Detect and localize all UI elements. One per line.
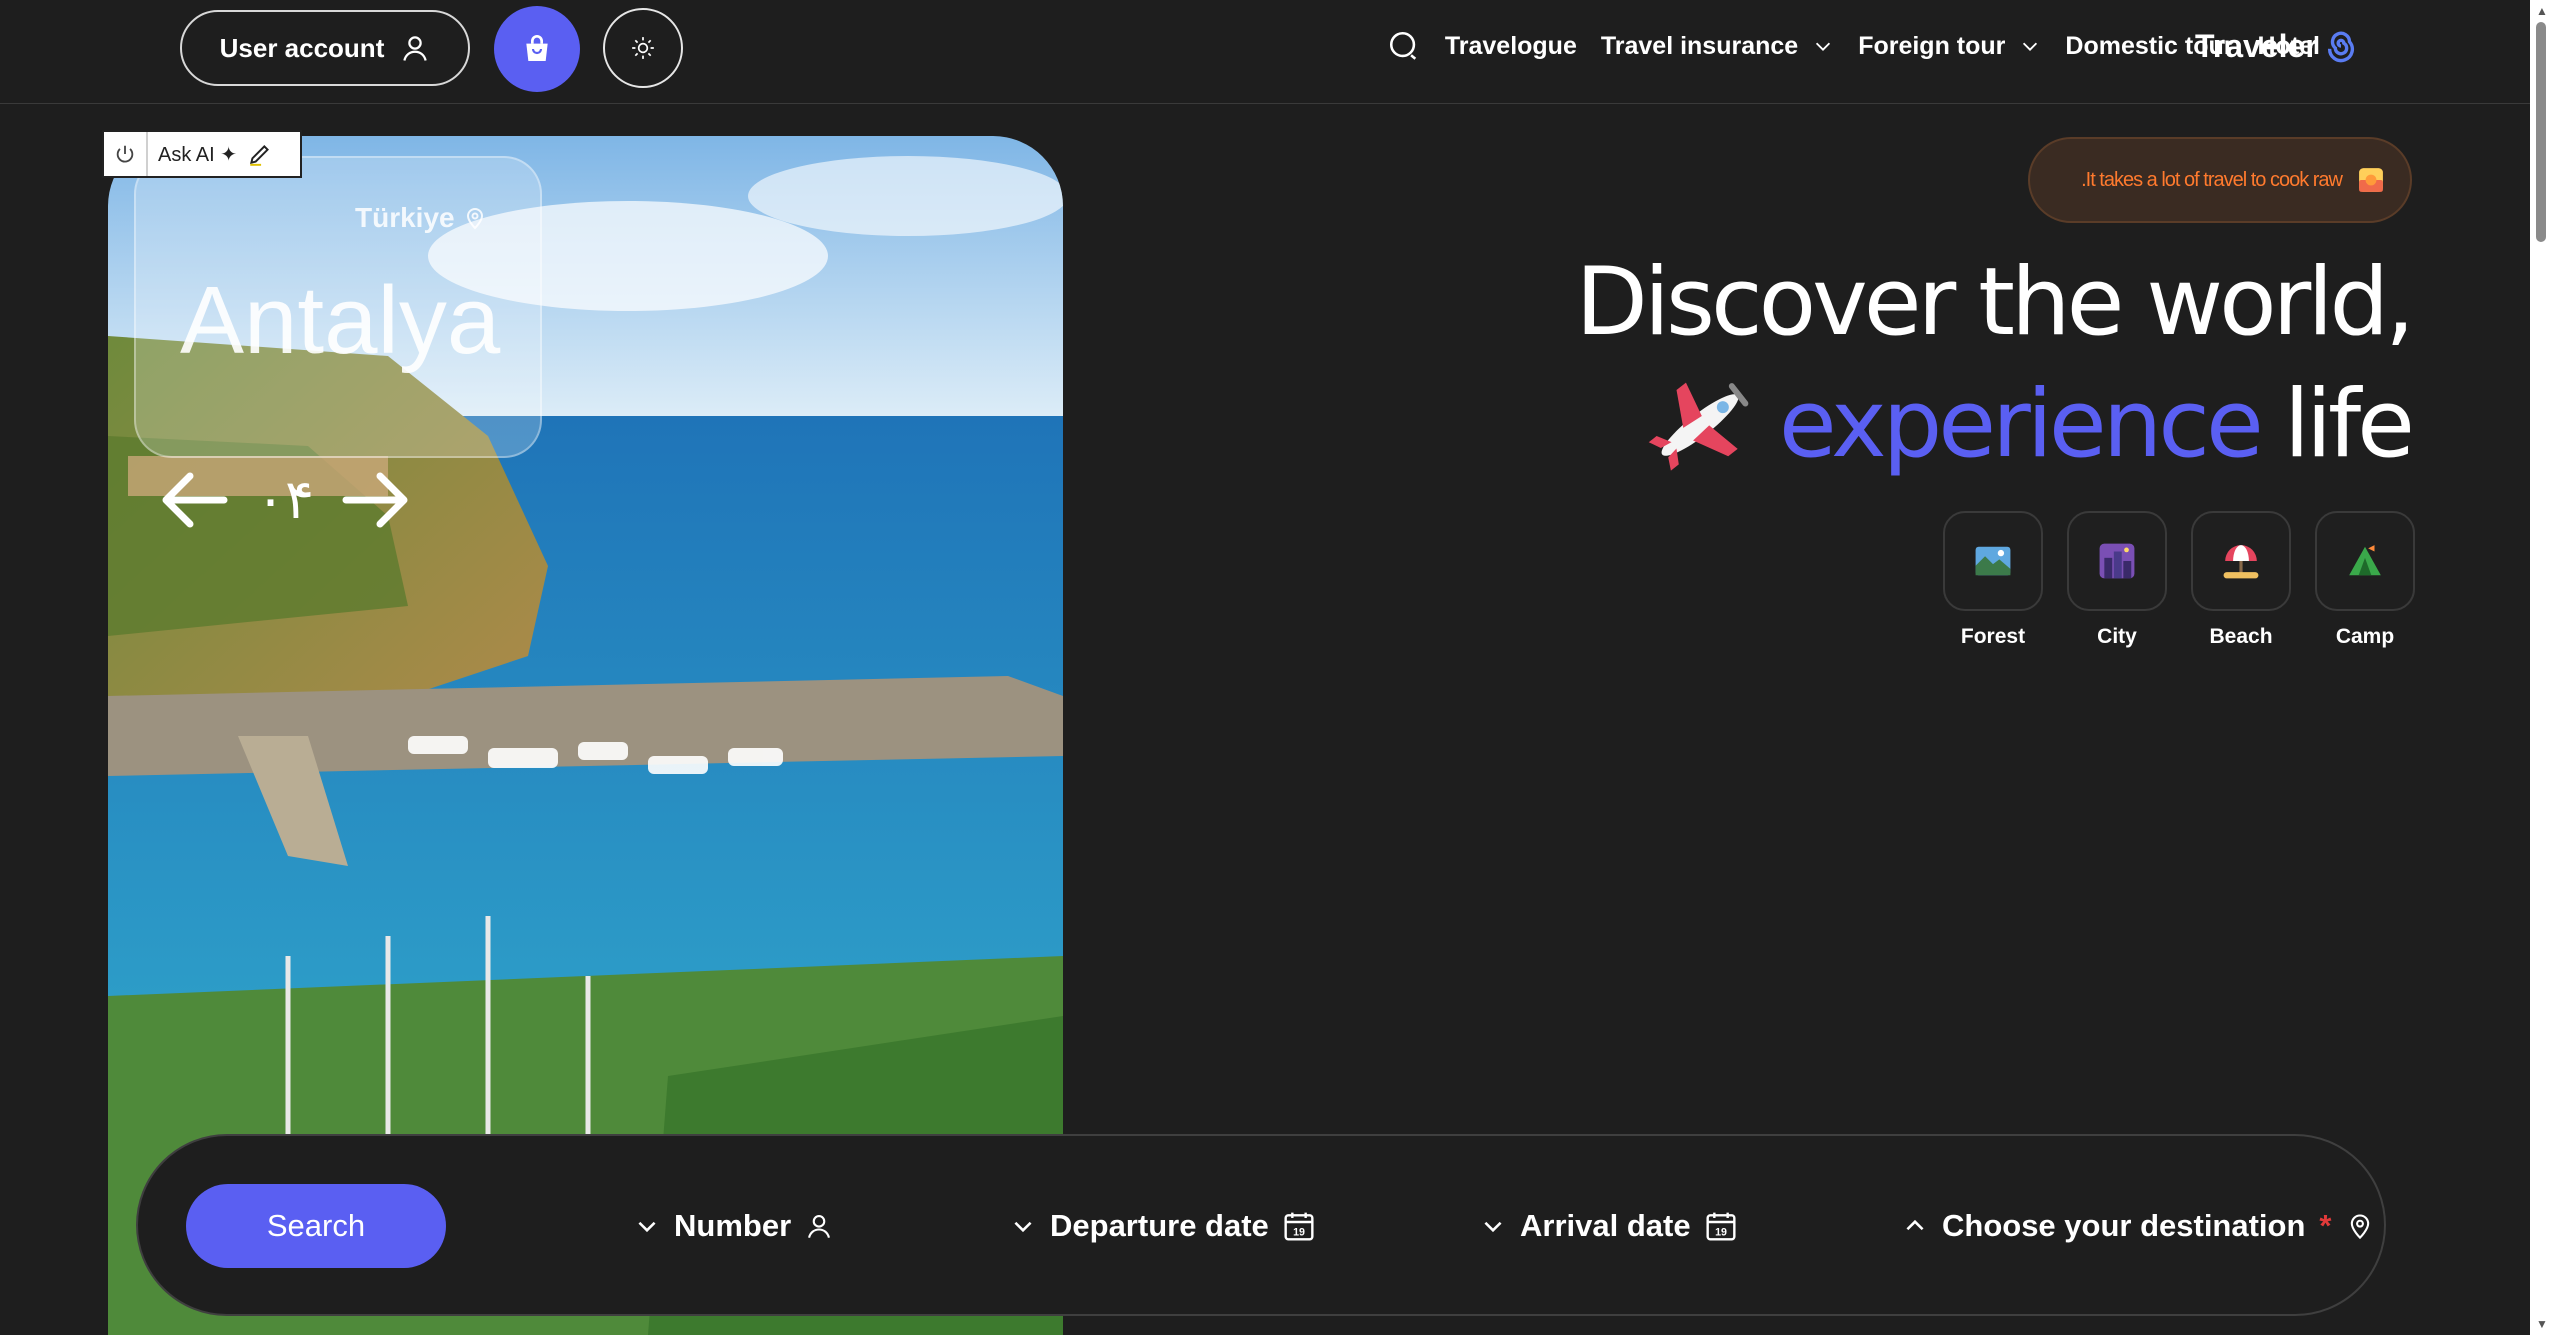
quote-text: .It takes a lot of travel to cook raw <box>2081 168 2343 191</box>
chevron-up-icon <box>1906 1219 1924 1231</box>
pencil-icon[interactable] <box>247 141 273 167</box>
category-list: Forest City Beach Camp <box>1943 511 2415 649</box>
category-forest[interactable]: Forest <box>1943 511 2043 649</box>
category-city-box <box>2067 511 2167 611</box>
number-field[interactable]: Number <box>634 1198 833 1254</box>
headline-accent: experience <box>1778 370 2264 479</box>
nav-foreign-tour-label: Foreign tour <box>1858 31 2006 60</box>
destination-field[interactable]: Choose your destination * <box>1902 1198 2374 1254</box>
forest-landscape-icon <box>1975 546 2011 576</box>
city-night-icon <box>2099 543 2135 579</box>
slide-counter: ٠۴ <box>256 470 315 530</box>
hero-headline: Discover the world, experience life <box>1575 242 2416 486</box>
calendar-icon: 19 <box>1284 1212 1314 1241</box>
calendar-day: 19 <box>1715 1226 1727 1238</box>
beach-umbrella-icon <box>2223 545 2259 579</box>
user-account-button[interactable]: User account <box>180 10 470 86</box>
category-beach[interactable]: Beach <box>2191 511 2291 649</box>
chevron-down-icon <box>638 1221 656 1233</box>
chevron-down-icon <box>1816 42 1831 51</box>
scroll-down-icon[interactable]: ▼ <box>2536 1317 2548 1331</box>
number-label: Number <box>674 1208 792 1243</box>
category-forest-label: Forest <box>1960 625 2026 648</box>
ask-ai-widget[interactable]: Ask AI ✦ <box>102 130 302 178</box>
divider <box>146 132 148 176</box>
arrival-date-label: Arrival date <box>1520 1208 1691 1243</box>
category-beach-box <box>2191 511 2291 611</box>
departure-date-label: Departure date <box>1050 1208 1269 1243</box>
sun-icon <box>632 37 654 59</box>
chevron-down-icon <box>1484 1221 1502 1233</box>
arrival-date-field[interactable]: Arrival date 19 <box>1480 1198 1737 1254</box>
category-beach-label: Beach <box>2209 625 2273 648</box>
calendar-day: 19 <box>1293 1226 1305 1238</box>
chevron-down-icon <box>2023 42 2038 51</box>
location-pin-icon <box>2350 1214 2369 1240</box>
sunset-icon <box>2359 168 2383 192</box>
location-pin-icon <box>466 208 483 230</box>
top-header: User account Travelogue Travel insurance… <box>0 0 2530 104</box>
destination-label: Choose your destination <box>1942 1208 2306 1243</box>
departure-date-field[interactable]: Departure date 19 <box>1010 1198 1315 1254</box>
quote-badge: .It takes a lot of travel to cook raw <box>2028 137 2412 223</box>
headline-line2: experience life <box>1576 364 2415 486</box>
destination-country: Türkiye <box>355 202 487 234</box>
spiral-icon <box>2327 31 2354 63</box>
user-icon <box>808 1215 831 1238</box>
airplane-icon <box>1648 382 1749 471</box>
headline-line1: Discover the world, <box>1575 248 2415 357</box>
nav-travel-insurance[interactable]: Travel insurance <box>1601 32 1834 61</box>
category-camp-label: Camp <box>2335 625 2395 648</box>
nav-foreign-tour[interactable]: Foreign tour <box>1858 32 2041 61</box>
chevron-down-icon <box>1014 1221 1032 1233</box>
page-scrollbar[interactable]: ▲ ▼ <box>2530 0 2551 1335</box>
cart-button[interactable] <box>494 6 580 92</box>
category-camp[interactable]: Camp <box>2315 511 2415 649</box>
ask-ai-label: Ask AI ✦ <box>158 143 238 166</box>
destination-city: Antalya <box>180 267 501 374</box>
required-mark: * <box>2319 1208 2332 1243</box>
category-camp-box <box>2315 511 2415 611</box>
user-account-label: User account <box>219 32 385 63</box>
nav-travelogue-label: Travelogue <box>1444 31 1577 60</box>
search-icon[interactable] <box>1387 29 1421 63</box>
nav-travel-insurance-label: Travel insurance <box>1600 31 1799 60</box>
search-button[interactable]: Search <box>186 1184 446 1268</box>
trip-search-bar: Search Number Departure date 19 Arrival … <box>136 1134 2386 1316</box>
slider-navigation: ٠۴ <box>160 468 410 531</box>
category-city-label: City <box>2097 625 2137 648</box>
brand-logo[interactable]: Traveler <box>2195 24 2358 68</box>
scrollbar-thumb[interactable] <box>2536 22 2546 242</box>
brand-name: Traveler <box>2195 27 2318 64</box>
main-nav: Travelogue Travel insurance Foreign tour… <box>1387 0 2320 92</box>
arrow-right-icon[interactable] <box>342 470 410 530</box>
theme-toggle-button[interactable] <box>603 8 683 88</box>
nav-travelogue[interactable]: Travelogue <box>1445 32 1577 61</box>
user-icon <box>403 36 428 61</box>
tent-icon <box>2349 545 2381 576</box>
arrow-left-icon[interactable] <box>160 470 228 530</box>
country-label: Türkiye <box>355 202 455 233</box>
scroll-up-icon[interactable]: ▲ <box>2536 4 2548 18</box>
calendar-icon: 19 <box>1706 1212 1736 1241</box>
shopping-bag-icon <box>526 35 548 61</box>
category-city[interactable]: City <box>2067 511 2167 649</box>
category-forest-box <box>1943 511 2043 611</box>
power-icon[interactable] <box>114 143 136 165</box>
headline-word: life <box>2283 370 2415 479</box>
